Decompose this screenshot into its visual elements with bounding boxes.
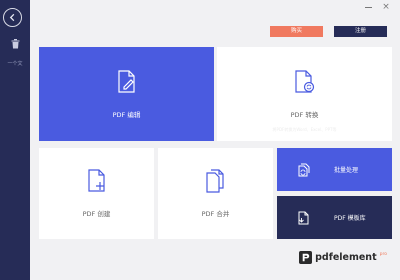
header-actions: 购买 注册 (270, 26, 387, 37)
sidebar-label: 一个文 (7, 61, 23, 67)
pdfelement-logo-icon (299, 251, 313, 264)
sidebar: 一个文 (0, 0, 30, 280)
combine-documents-icon (205, 169, 224, 193)
chevron-left-icon (9, 13, 15, 22)
pdf-convert-label: PDF 转换 (290, 110, 319, 119)
edit-document-icon (117, 69, 135, 93)
pdf-edit-card[interactable]: PDF 编辑 (39, 47, 214, 141)
pdf-edit-label: PDF 编辑 (112, 110, 141, 119)
pdf-templates-label: PDF 模板库 (334, 215, 366, 222)
trash-icon (11, 39, 19, 49)
minimize-button[interactable] (364, 3, 372, 11)
register-button[interactable]: 注册 (334, 26, 387, 37)
pdf-combine-card[interactable]: PDF 合并 (158, 148, 273, 239)
batch-process-label: 批量处理 (334, 167, 359, 174)
pdf-combine-label: PDF 合并 (201, 210, 230, 218)
pdf-convert-card[interactable]: PDF 转换 将PDF转换为Word、Excel、PPT等 (217, 47, 392, 141)
close-button[interactable]: × (382, 2, 390, 12)
trash-button[interactable] (9, 38, 21, 50)
logo-pro-badge: pro (379, 252, 387, 257)
window-controls: × (364, 2, 390, 12)
template-library-icon (298, 211, 309, 224)
convert-document-icon (294, 69, 314, 93)
back-button[interactable] (3, 8, 22, 27)
batch-process-icon (298, 163, 310, 176)
purchase-button[interactable]: 购买 (270, 26, 323, 37)
pdf-create-card[interactable]: PDF 创建 (39, 148, 154, 239)
minimize-icon (364, 6, 372, 8)
close-icon: × (382, 2, 390, 12)
pdf-templates-card[interactable]: PDF 模板库 (277, 196, 392, 239)
create-document-icon (87, 169, 105, 192)
pdf-convert-description: 将PDF转换为Word、Excel、PPT等 (272, 127, 337, 132)
batch-process-card[interactable]: 批量处理 (277, 148, 392, 191)
logo-text: pdfelement (315, 252, 377, 263)
pdfelement-logo: pdfelement pro (299, 251, 387, 264)
pdf-create-label: PDF 创建 (82, 210, 111, 218)
